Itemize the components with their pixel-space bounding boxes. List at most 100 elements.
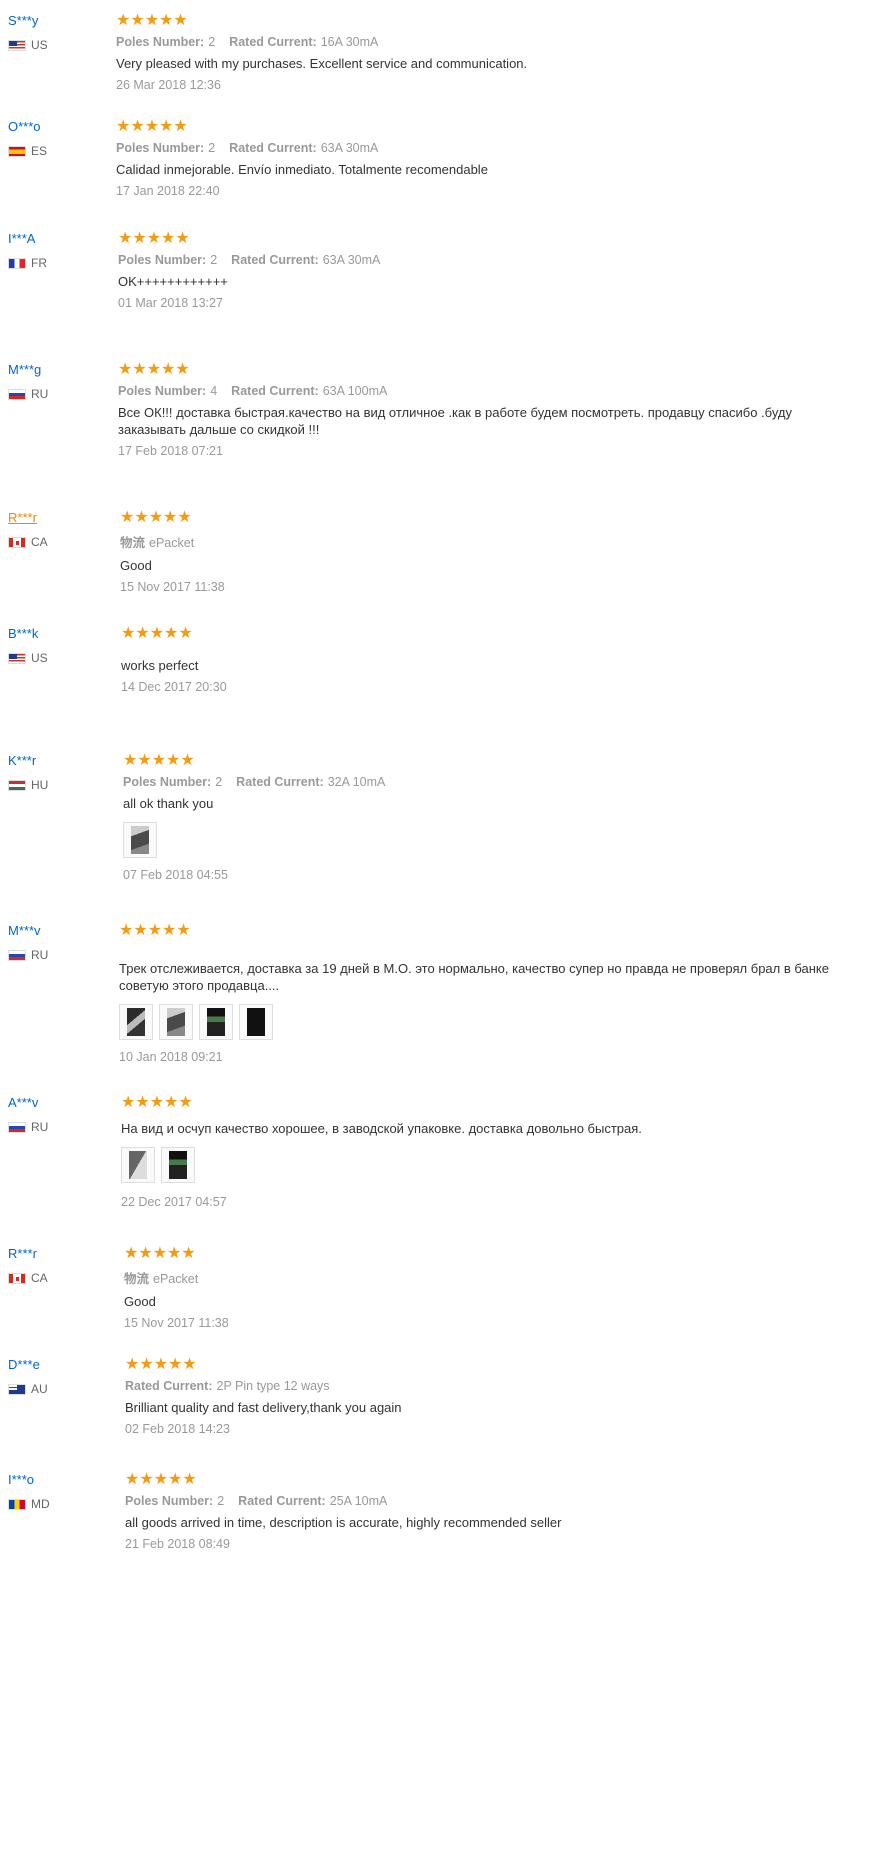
review-text: Brilliant quality and fast delivery,than… [125, 1400, 402, 1415]
photo-thumbnails [119, 1004, 880, 1040]
country-code: RU [31, 1120, 49, 1134]
flag-es-icon [8, 145, 26, 157]
attr-value: ePacket [149, 536, 195, 550]
review-text: Good [124, 1294, 156, 1309]
country-code: US [31, 651, 48, 665]
star-rating: ★★★★★ [125, 1356, 197, 1373]
star-rating: ★★★★★ [121, 1094, 193, 1111]
reviewer-country: AU [8, 1382, 108, 1396]
attr-value: ePacket [153, 1272, 199, 1286]
reviewer-name[interactable]: R***r [8, 1246, 37, 1261]
country-code: RU [31, 948, 49, 962]
review-attributes: 物流 ePacket [120, 532, 880, 551]
flag-fr-icon [8, 257, 26, 269]
reviewer-name[interactable]: A***v [8, 1095, 38, 1110]
review-attributes: Poles Number: 2 Rated Current: 63A 30mA [116, 141, 876, 155]
reviewer-country: RU [8, 948, 108, 962]
attr-label: Poles Number: [116, 141, 205, 155]
reviewer-name[interactable]: M***g [8, 362, 41, 377]
review-date: 15 Nov 2017 11:38 [120, 580, 225, 594]
star-rating: ★★★★★ [116, 12, 188, 29]
review-content: ★★★★★ На вид и осчуп качество хорошее, в… [121, 1094, 880, 1209]
review-text: Good [120, 558, 152, 573]
review-date: 07 Feb 2018 04:55 [123, 868, 228, 882]
attr-label: Rated Current: [236, 775, 324, 789]
review-content: ★★★★★ works perfect 14 Dec 2017 20:30 [121, 625, 880, 694]
flag-ca-icon [8, 536, 26, 548]
reviewer-name[interactable]: B***k [8, 626, 38, 641]
photo-thumbnails [123, 822, 880, 858]
review-text: Very pleased with my purchases. Excellen… [116, 56, 528, 71]
photo-thumbnail[interactable] [159, 1004, 193, 1040]
photo-thumbnail[interactable] [121, 1147, 155, 1183]
photo-thumbnail[interactable] [161, 1147, 195, 1183]
reviewer-info: K***r HU [8, 752, 108, 792]
review-attributes: Poles Number: 2 Rated Current: 32A 10mA [123, 775, 880, 789]
attr-value: 2 [210, 253, 218, 267]
reviewer-name[interactable]: M***v [8, 923, 41, 938]
star-rating: ★★★★★ [124, 1245, 196, 1262]
review-attributes: Poles Number: 2 Rated Current: 63A 30mA [118, 253, 878, 267]
photo-thumbnail[interactable] [199, 1004, 233, 1040]
review-content: ★★★★★ 物流 ePacket Good 15 Nov 2017 11:38 [124, 1245, 880, 1330]
flag-us-icon [8, 39, 26, 51]
star-rating: ★★★★★ [120, 509, 192, 526]
attr-label: Poles Number: [123, 775, 212, 789]
reviewer-name[interactable]: I***A [8, 231, 35, 246]
review-attributes: Poles Number: 2 Rated Current: 16A 30mA [116, 35, 876, 49]
reviewer-country: MD [8, 1497, 108, 1511]
attr-label: Rated Current: [229, 35, 317, 49]
reviewer-name[interactable]: O***o [8, 119, 41, 134]
review-date: 26 Mar 2018 12:36 [116, 78, 221, 92]
reviewer-name[interactable]: K***r [8, 753, 36, 768]
country-code: RU [31, 387, 49, 401]
reviewer-info: A***v RU [8, 1094, 108, 1134]
country-code: CA [31, 1271, 48, 1285]
reviewer-country: US [8, 651, 108, 665]
reviewer-info: S***y US [8, 12, 108, 52]
review-content: ★★★★★ Poles Number: 2 Rated Current: 63A 30… [116, 118, 876, 198]
review-text: OK++++++++++++ [118, 274, 228, 289]
star-rating: ★★★★★ [116, 118, 188, 135]
review-text: all goods arrived in time, description i… [125, 1515, 562, 1530]
flag-hu-icon [8, 779, 26, 791]
review-content: ★★★★★ Трек отслеживается, доставка за 19… [119, 922, 880, 1064]
review-attributes: Poles Number: 4 Rated Current: 63A 100mA [118, 384, 858, 398]
attr-value: 63A 30mA [320, 141, 379, 155]
reviewer-name[interactable]: S***y [8, 13, 38, 28]
reviewer-country: RU [8, 1120, 108, 1134]
review-date: 14 Dec 2017 20:30 [121, 680, 227, 694]
photo-thumbnail[interactable] [119, 1004, 153, 1040]
reviewer-info: I***A FR [8, 230, 108, 270]
attr-label: Poles Number: [118, 253, 207, 267]
attr-value: 25A 10mA [329, 1494, 388, 1508]
photo-thumbnails [121, 1147, 880, 1183]
flag-us-icon [8, 652, 26, 664]
country-code: MD [31, 1497, 50, 1511]
review-content: ★★★★★ Poles Number: 2 Rated Current: 63A 30… [118, 230, 878, 310]
review-text-continued: советую этого продавца.... [119, 978, 280, 993]
attr-label: Poles Number: [116, 35, 205, 49]
country-code: ES [31, 144, 48, 158]
attr-label: Rated Current: [229, 141, 317, 155]
star-rating: ★★★★★ [121, 625, 193, 642]
review-date: 17 Jan 2018 22:40 [116, 184, 220, 198]
review-text: works perfect [121, 658, 199, 673]
review-text: Все ОК!!! доставка быстрая.качество на в… [118, 405, 792, 437]
attr-label: Rated Current: [231, 384, 319, 398]
reviewer-name[interactable]: I***o [8, 1472, 34, 1487]
reviewer-name[interactable]: D***e [8, 1357, 40, 1372]
reviewer-info: I***o MD [8, 1471, 108, 1511]
flag-md-icon [8, 1498, 26, 1510]
reviewer-name[interactable]: R***r [8, 510, 37, 525]
photo-thumbnail[interactable] [123, 822, 157, 858]
star-rating: ★★★★★ [118, 230, 190, 247]
attr-value: 63A 100mA [322, 384, 388, 398]
star-rating: ★★★★★ [118, 361, 190, 378]
country-code: AU [31, 1382, 48, 1396]
reviewer-info: M***v RU [8, 922, 108, 962]
review-date: 01 Mar 2018 13:27 [118, 296, 223, 310]
photo-thumbnail[interactable] [239, 1004, 273, 1040]
country-code: HU [31, 778, 49, 792]
review-date: 15 Nov 2017 11:38 [124, 1316, 229, 1330]
